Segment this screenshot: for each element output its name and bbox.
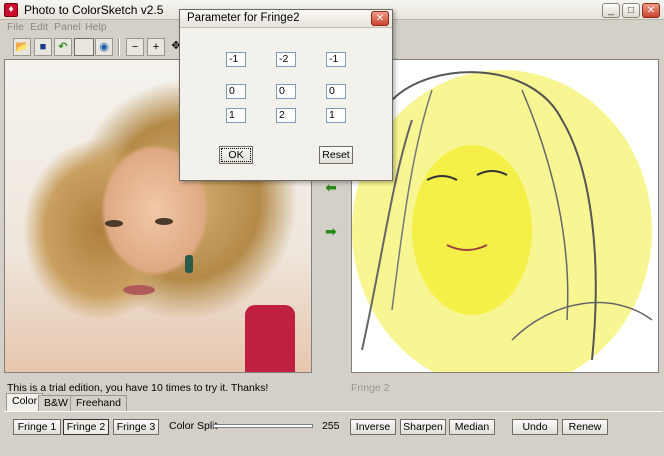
- eye-left-mark: [105, 220, 123, 227]
- menu-edit[interactable]: Edit: [30, 21, 48, 33]
- sketch-drawing: [352, 70, 653, 372]
- result-caption: Fringe 2: [351, 382, 390, 394]
- kernel-cell-r2c2[interactable]: 1: [326, 108, 346, 123]
- color-split-slider[interactable]: [213, 424, 313, 428]
- status-text: This is a trial edition, you have 10 tim…: [7, 382, 269, 394]
- fringe1-button[interactable]: Fringe 1: [13, 419, 61, 435]
- kernel-cell-r2c0[interactable]: 1: [226, 108, 246, 123]
- reset-button[interactable]: Reset: [319, 146, 353, 164]
- kernel-cell-r1c2[interactable]: 0: [326, 84, 346, 99]
- color-split-label: Color Split: [169, 420, 218, 432]
- arrow-left-button[interactable]: ⬅: [320, 180, 342, 196]
- maximize-button[interactable]: □: [622, 3, 640, 18]
- zoom-in-icon[interactable]: +: [147, 38, 165, 56]
- toolbar-separator: [118, 38, 120, 56]
- open-folder-icon[interactable]: 📂: [13, 38, 31, 56]
- menu-panel[interactable]: Panel: [54, 21, 81, 33]
- lips-mark: [123, 285, 155, 295]
- blank-button[interactable]: [74, 38, 94, 56]
- dialog-title: Parameter for Fringe2: [187, 12, 300, 24]
- arrow-right-button[interactable]: ➡: [320, 224, 342, 240]
- save-icon[interactable]: ■: [34, 38, 52, 56]
- zoom-out-icon[interactable]: −: [126, 38, 144, 56]
- color-icon[interactable]: ◉: [95, 38, 113, 56]
- ok-button[interactable]: OK: [219, 146, 253, 164]
- tab-bw[interactable]: B&W: [38, 395, 74, 411]
- sharpen-button[interactable]: Sharpen: [400, 419, 446, 435]
- minimize-button[interactable]: _: [602, 3, 620, 18]
- eye-right-mark: [155, 218, 173, 225]
- garment-mark: [245, 305, 295, 372]
- fringe2-button[interactable]: Fringe 2: [63, 419, 109, 435]
- kernel-cell-r0c2[interactable]: -1: [326, 52, 346, 67]
- window-title: Photo to ColorSketch v2.5: [24, 3, 164, 17]
- kernel-cell-r0c1[interactable]: -2: [276, 52, 296, 67]
- kernel-cell-r2c1[interactable]: 2: [276, 108, 296, 123]
- menu-help[interactable]: Help: [85, 21, 107, 33]
- kernel-cell-r0c0[interactable]: -1: [226, 52, 246, 67]
- earring-mark: [185, 255, 193, 273]
- median-button[interactable]: Median: [449, 419, 495, 435]
- close-button[interactable]: ✕: [642, 3, 660, 18]
- color-split-value: 255: [322, 420, 340, 432]
- renew-button[interactable]: Renew: [562, 419, 608, 435]
- undo-arrow-icon[interactable]: ↶: [54, 38, 72, 56]
- kernel-cell-r1c0[interactable]: 0: [226, 84, 246, 99]
- sketch-result: [351, 59, 659, 373]
- menu-file[interactable]: File: [7, 21, 24, 33]
- dialog-close-button[interactable]: ✕: [371, 11, 389, 26]
- kernel-cell-r1c1[interactable]: 0: [276, 84, 296, 99]
- inverse-button[interactable]: Inverse: [350, 419, 396, 435]
- undo-button[interactable]: Undo: [512, 419, 558, 435]
- app-logo-icon: ♦: [4, 3, 18, 17]
- fringe3-button[interactable]: Fringe 3: [113, 419, 159, 435]
- tab-freehand[interactable]: Freehand: [70, 395, 127, 411]
